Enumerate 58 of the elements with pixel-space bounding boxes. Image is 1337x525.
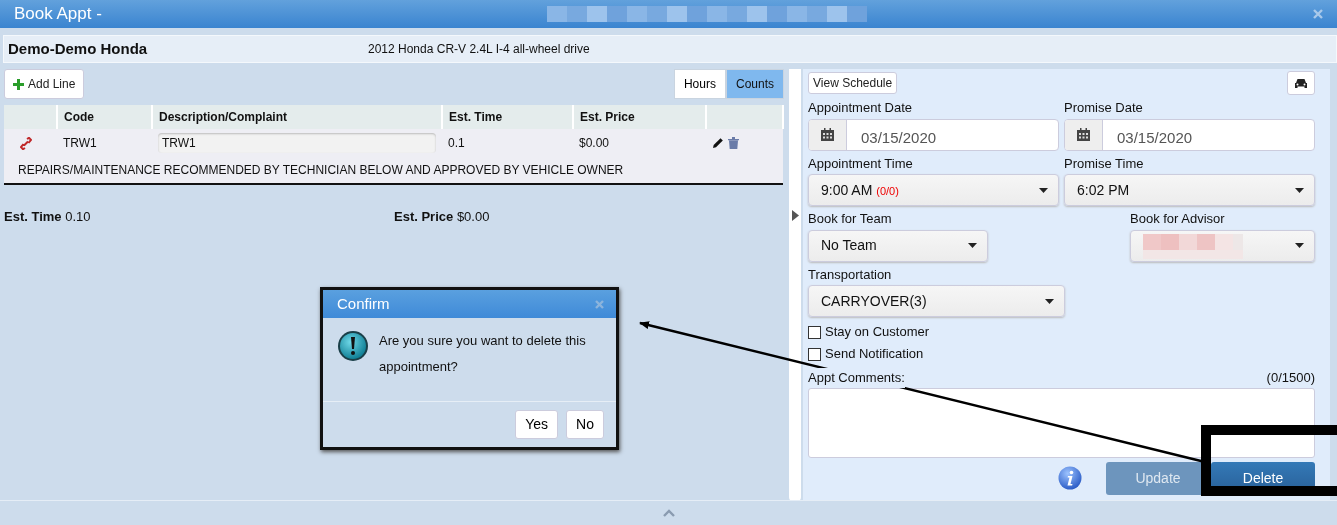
calendar-icon[interactable] [1077,128,1090,141]
checkbox-label: Stay on Customer [825,323,930,342]
checkbox[interactable] [808,347,821,361]
table-cell: $0.00 [573,129,706,157]
field-label: Book for Advisor [1130,210,1226,228]
dropdown[interactable]: 6:02 PM [1064,174,1315,206]
dialog-button[interactable]: No [566,410,604,439]
view-toggle-tab[interactable]: Hours [673,69,726,99]
warning-icon [337,330,369,362]
character-counter: (0/1500) [1266,369,1315,387]
date-field[interactable]: 03/15/2020 [808,118,1059,151]
vehicle-description: 2012 Honda CR-V 2.4L I-4 all-wheel drive [368,41,590,58]
field-label: Promise Time [1064,154,1145,173]
add-line-button[interactable]: Add Line [4,69,85,99]
dialog-button[interactable]: Yes [515,410,559,439]
caret-icon [1295,187,1304,193]
expand-arrow-icon[interactable] [791,209,799,221]
field-label: Appointment Date [808,99,914,117]
dialog-title: Confirm [337,293,390,314]
info-icon[interactable] [1058,466,1082,490]
customer-name: Demo-Demo Honda [8,38,149,59]
field-label: Book for Team [808,210,893,228]
edit-icon[interactable] [712,137,724,149]
checkbox[interactable] [808,325,821,339]
field-label: Appointment Time [808,154,914,173]
comments-field[interactable] [808,387,1315,458]
dropdown[interactable]: No Team [808,229,988,262]
trash-icon[interactable] [728,137,739,149]
field-label: Transportation [808,265,893,284]
table-cell: TRW1 [57,129,152,157]
comments-label: Appt Comments: [808,368,905,388]
column-header: Code [57,105,152,129]
recommendation-note: REPAIRS/MAINTENANCE RECOMMENDED BY TECHNICIAN BELOW AND APPROVED BY VEHICLE OWNER [18,163,624,177]
caret-icon [968,243,977,248]
checkbox-label: Send Notification [825,345,924,364]
view-schedule-button[interactable]: View Schedule [808,72,898,94]
total-text: Est. Time 0.10 [4,209,91,224]
dropdown[interactable]: CARRYOVER(3) [808,285,1065,317]
caret-icon [1045,298,1054,304]
dialog-message: Are you sure you want to delete this appointment? [379,332,587,376]
plus-icon [13,78,24,90]
total-text: Est. Price $0.00 [394,209,490,224]
window-title: Book Appt - [14,3,102,26]
dropdown[interactable]: 9:00 AM (0/0) [808,174,1059,206]
caret-icon [1295,243,1304,248]
table-cell: 0.1 [442,129,573,157]
view-toggle-tab[interactable]: Counts [725,69,784,99]
vehicle-button[interactable] [1287,71,1315,95]
link-icon[interactable] [20,137,32,151]
field-label: Promise Date [1064,99,1144,117]
column-header: Description/Complaint [152,105,442,129]
column-header: Est. Time [442,105,573,129]
calendar-icon[interactable] [821,128,834,141]
caret-icon [1039,187,1048,193]
date-field[interactable]: 03/15/2020 [1064,118,1315,151]
description-field[interactable]: TRW1 [158,133,436,153]
car-icon [1294,78,1308,90]
column-header: Est. Price [573,105,706,129]
